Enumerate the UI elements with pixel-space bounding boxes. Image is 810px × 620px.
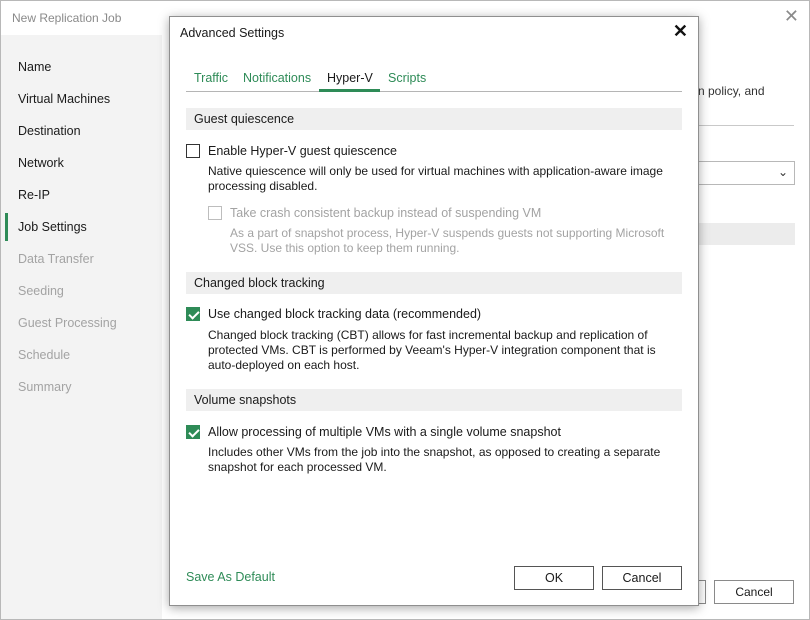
section-changed-block-tracking: Changed block tracking — [186, 272, 682, 294]
sidebar-item-destination[interactable]: Destination — [18, 124, 81, 138]
background-button-edge[interactable] — [698, 580, 706, 604]
volume-snapshot-desc-line1: Includes other VMs from the job into the… — [208, 445, 661, 459]
sidebar-item-virtual-machines[interactable]: Virtual Machines — [18, 92, 110, 106]
wizard-cancel-button[interactable]: Cancel — [714, 580, 794, 604]
wizard-close-icon[interactable]: ✕ — [784, 6, 799, 27]
enable-quiescence-desc-line1: Native quiescence will only be used for … — [208, 164, 663, 178]
cbt-desc-line2: protected VMs. CBT is performed by Veeam… — [208, 343, 656, 357]
close-icon[interactable]: ✕ — [673, 21, 688, 42]
enable-quiescence-checkbox[interactable] — [186, 144, 200, 158]
enable-quiescence-label[interactable]: Enable Hyper-V guest quiescence — [208, 144, 397, 158]
background-content-text: n policy, and — [698, 84, 765, 98]
volume-snapshot-checkbox[interactable] — [186, 425, 200, 439]
background-divider — [698, 125, 794, 126]
chevron-down-icon: ⌄ — [777, 165, 788, 179]
tab-bar: Traffic Notifications Hyper-V Scripts — [186, 68, 682, 92]
cbt-desc-line3: auto-deployed on each host. — [208, 358, 360, 372]
volume-snapshot-label[interactable]: Allow processing of multiple VMs with a … — [208, 425, 561, 439]
sidebar-item-network[interactable]: Network — [18, 156, 64, 170]
ok-button[interactable]: OK — [514, 566, 594, 590]
active-tab-indicator — [319, 89, 380, 92]
sidebar-item-summary: Summary — [18, 380, 72, 394]
volume-snapshot-desc-line2: snapshot for each processed VM. — [208, 460, 387, 474]
tab-scripts[interactable]: Scripts — [388, 71, 426, 85]
cancel-button[interactable]: Cancel — [602, 566, 682, 590]
tab-traffic[interactable]: Traffic — [194, 71, 228, 85]
advanced-settings-dialog: Advanced Settings ✕ Traffic Notification… — [169, 16, 699, 606]
sidebar-item-data-transfer: Data Transfer — [18, 252, 94, 266]
sidebar-item-job-settings[interactable]: Job Settings — [18, 220, 87, 234]
crash-consistent-checkbox — [208, 206, 222, 220]
sidebar-item-name[interactable]: Name — [18, 60, 51, 74]
cbt-label[interactable]: Use changed block tracking data (recomme… — [208, 307, 481, 321]
save-as-default-link[interactable]: Save As Default — [186, 570, 275, 584]
background-dropdown[interactable]: ⌄ — [698, 161, 795, 185]
tab-hyper-v[interactable]: Hyper-V — [327, 71, 373, 85]
section-guest-quiescence: Guest quiescence — [186, 108, 682, 130]
crash-consistent-label: Take crash consistent backup instead of … — [230, 206, 542, 220]
cbt-desc-line1: Changed block tracking (CBT) allows for … — [208, 328, 648, 342]
sidebar-item-seeding: Seeding — [18, 284, 64, 298]
sidebar-item-schedule: Schedule — [18, 348, 71, 362]
crash-consistent-desc-line1: As a part of snapshot process, Hyper-V s… — [230, 226, 665, 240]
sidebar-active-indicator — [5, 213, 8, 241]
background-section-band — [698, 223, 795, 245]
section-heading: Guest quiescence — [194, 112, 295, 126]
cbt-checkbox[interactable] — [186, 307, 200, 321]
tab-notifications[interactable]: Notifications — [243, 71, 311, 85]
section-heading: Volume snapshots — [194, 393, 297, 407]
crash-consistent-desc-line2: VSS. Use this option to keep them runnin… — [230, 241, 460, 255]
sidebar-item-guest-processing: Guest Processing — [18, 316, 117, 330]
section-heading: Changed block tracking — [194, 276, 325, 290]
wizard-title: New Replication Job — [12, 11, 122, 25]
sidebar-item-re-ip[interactable]: Re-IP — [18, 188, 50, 202]
section-volume-snapshots: Volume snapshots — [186, 389, 682, 411]
enable-quiescence-desc-line2: processing disabled. — [208, 179, 318, 193]
dialog-title: Advanced Settings — [180, 26, 285, 40]
